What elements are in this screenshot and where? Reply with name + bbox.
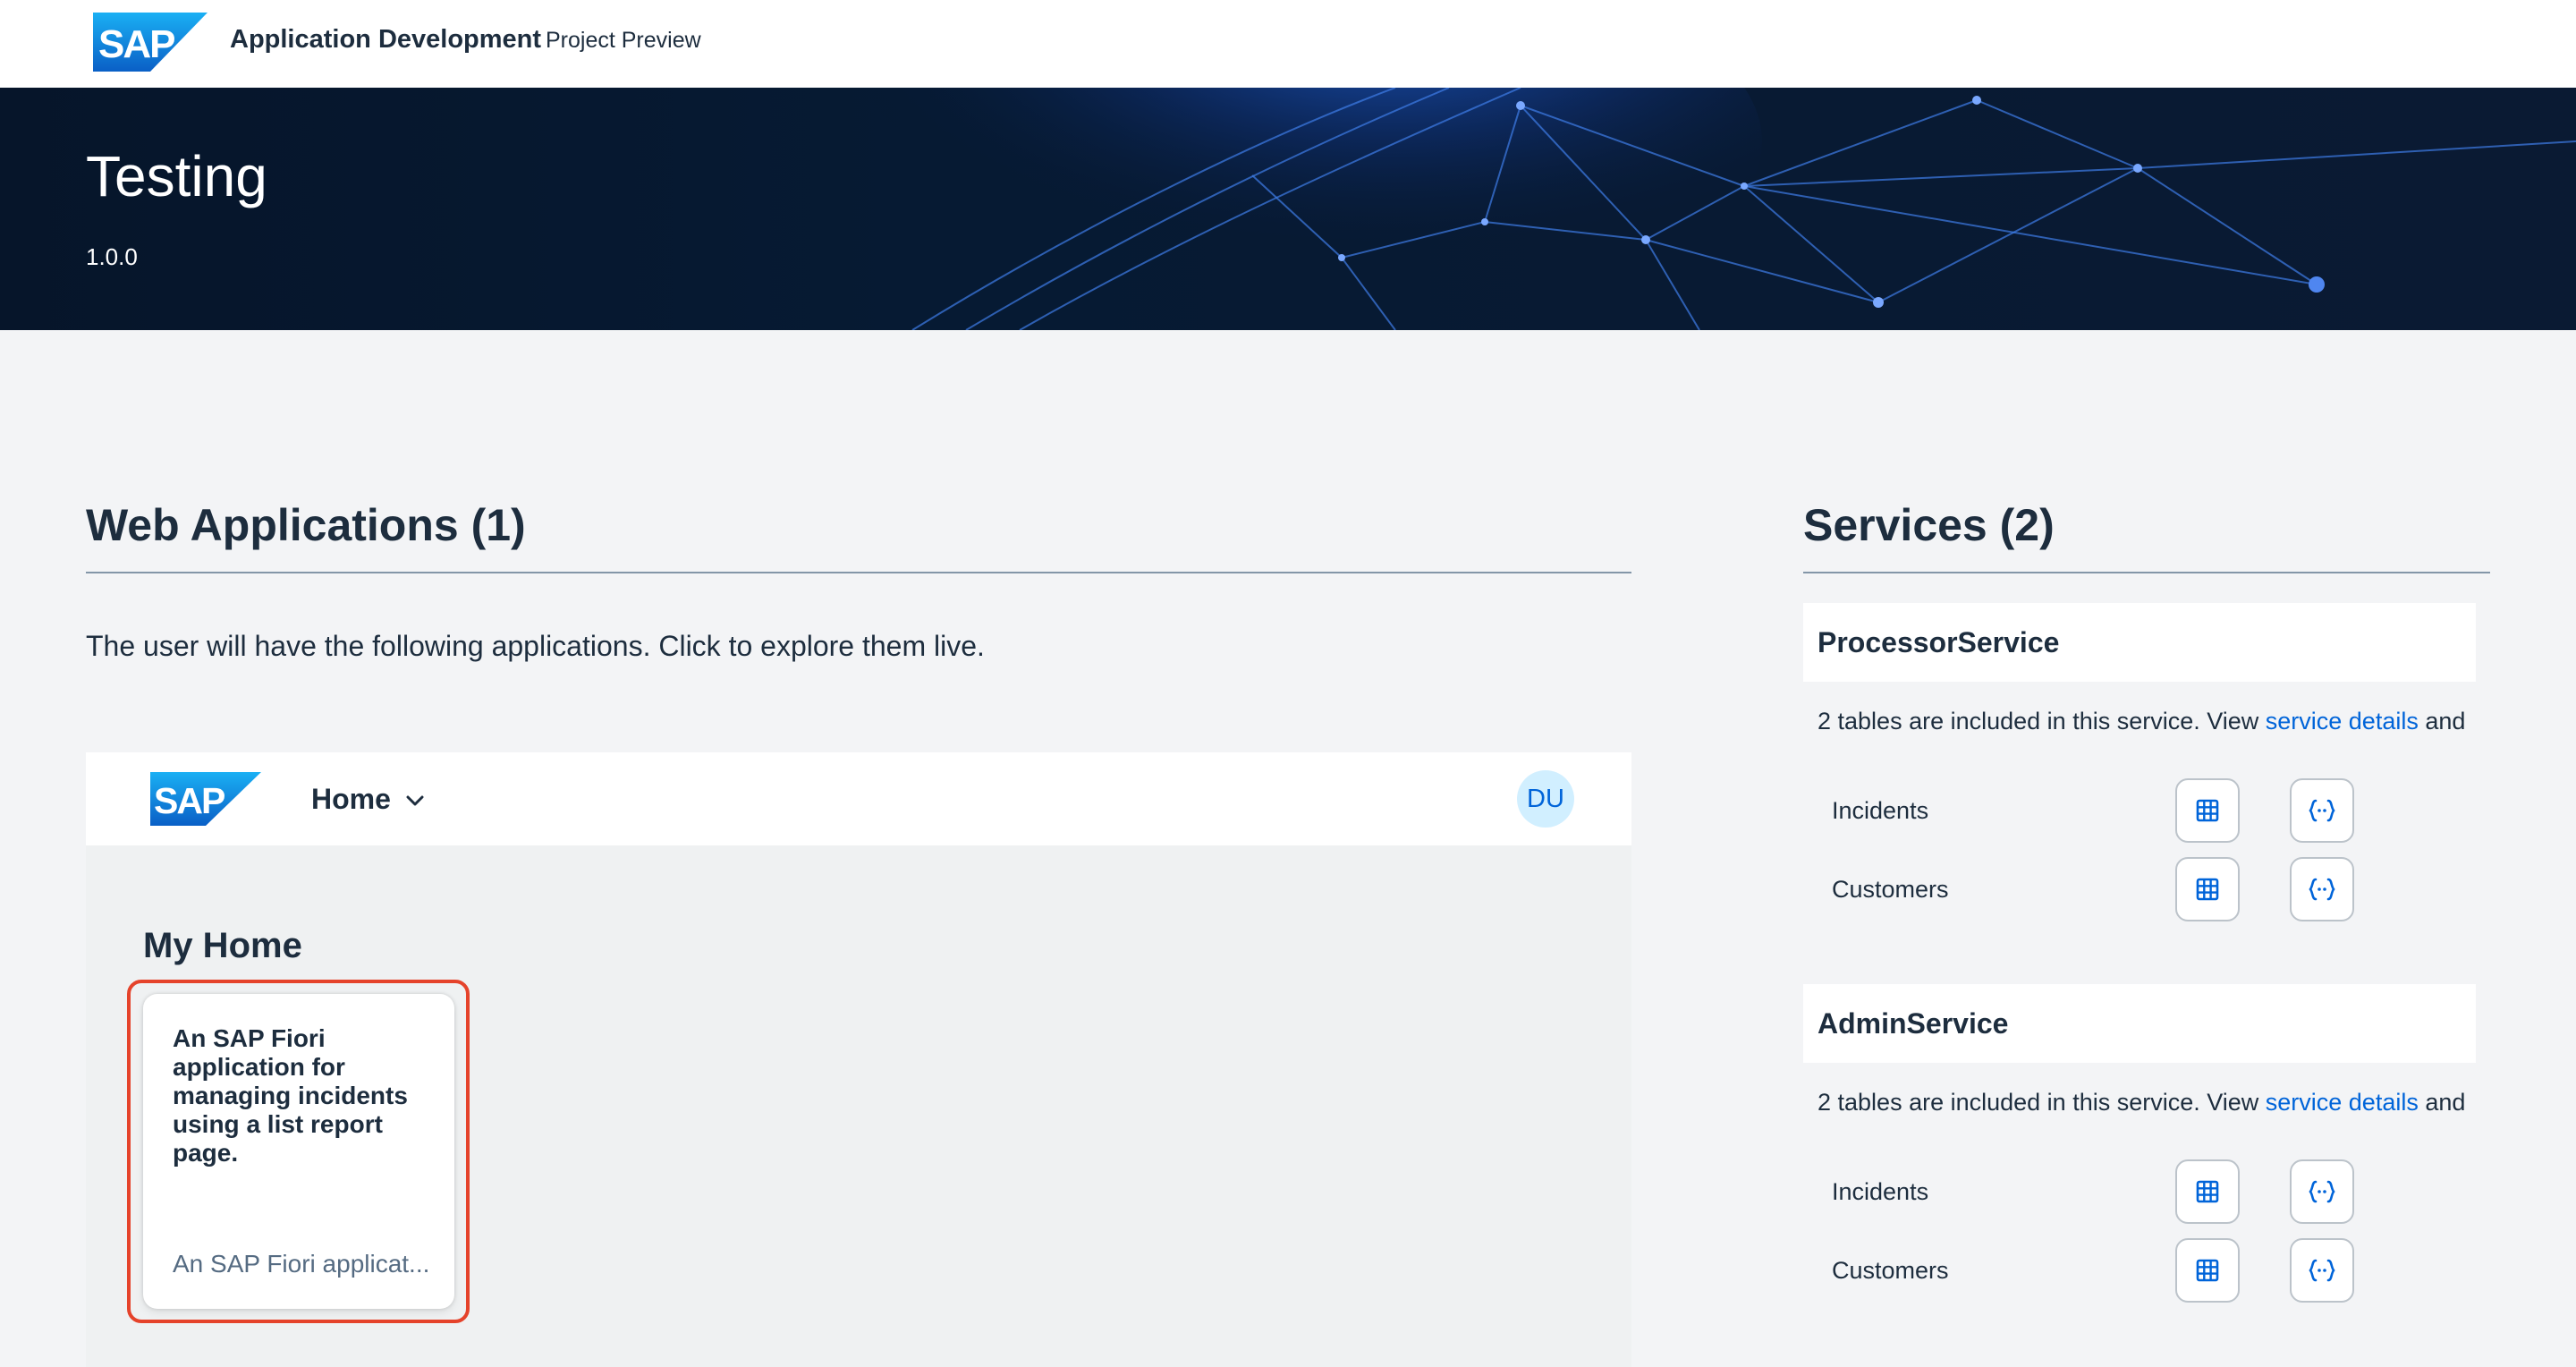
code-braces-icon: [2309, 1180, 2335, 1203]
web-applications-heading: Web Applications (1): [86, 500, 526, 550]
view-table-button[interactable]: [2175, 778, 2240, 843]
view-table-button[interactable]: [2175, 1159, 2240, 1224]
hero-banner: Testing 1.0.0: [0, 88, 2576, 330]
service-name: AdminService: [1818, 1007, 2009, 1040]
table-name-incidents: Incidents: [1832, 1178, 1929, 1205]
view-metadata-button[interactable]: [2290, 1238, 2354, 1303]
service-description: 2 tables are included in this service. V…: [1818, 708, 2476, 735]
service-name: ProcessorService: [1818, 626, 2060, 658]
view-table-button[interactable]: [2175, 1238, 2240, 1303]
sap-logo-text: SAP: [98, 22, 174, 66]
view-metadata-button[interactable]: [2290, 857, 2354, 921]
tile-subtitle: An SAP Fiori applicat...: [173, 1250, 430, 1278]
service-description-suffix: and: [2418, 1089, 2466, 1116]
top-bar: SAP Application Development Project Prev…: [0, 0, 2576, 88]
services-divider: [1803, 572, 2490, 573]
project-version: 1.0.0: [86, 243, 138, 270]
service-details-link[interactable]: service details: [2266, 708, 2419, 734]
service-card-header: ProcessorService: [1803, 603, 2476, 682]
my-home-heading: My Home: [143, 926, 302, 965]
network-background-graphic: [0, 88, 2576, 330]
table-icon: [2196, 799, 2219, 822]
table-icon: [2196, 1259, 2219, 1282]
table-icon: [2196, 1180, 2219, 1203]
web-applications-divider: [86, 572, 1631, 573]
project-title: Testing: [86, 144, 267, 208]
services-heading: Services (2): [1803, 500, 2055, 550]
view-metadata-button[interactable]: [2290, 1159, 2354, 1224]
view-table-button[interactable]: [2175, 857, 2240, 921]
tile-title: An SAP Fiori application for managing in…: [173, 1024, 408, 1167]
service-description: 2 tables are included in this service. V…: [1818, 1089, 2476, 1117]
table-name-incidents: Incidents: [1832, 797, 1929, 824]
app-tile-incidents[interactable]: An SAP Fiori application for managing in…: [143, 994, 454, 1309]
app-title: Application Development: [230, 25, 542, 54]
view-metadata-button[interactable]: [2290, 778, 2354, 843]
service-description-text: 2 tables are included in this service. V…: [1818, 708, 2266, 734]
home-menu-label[interactable]: Home: [311, 783, 391, 816]
code-braces-icon: [2309, 799, 2335, 822]
table-name-customers: Customers: [1832, 876, 1949, 903]
service-description-text: 2 tables are included in this service. V…: [1818, 1089, 2266, 1116]
code-braces-icon: [2309, 878, 2335, 901]
service-details-link[interactable]: service details: [2266, 1089, 2419, 1116]
web-applications-intro: The user will have the following applica…: [86, 630, 985, 662]
user-avatar[interactable]: DU: [1517, 770, 1574, 828]
code-braces-icon: [2309, 1259, 2335, 1282]
launchpad-shell-bar: SAP Home DU: [86, 752, 1631, 845]
launchpad-preview: SAP Home DU My Home An SAP Fiori applica…: [86, 752, 1631, 1367]
table-name-customers: Customers: [1832, 1257, 1949, 1284]
sap-logo: SAP: [93, 13, 208, 72]
service-card-header: AdminService: [1803, 984, 2476, 1063]
service-description-suffix: and: [2418, 708, 2466, 734]
app-subtitle: Project Preview: [546, 28, 701, 53]
table-icon: [2196, 878, 2219, 901]
launchpad-sap-logo-text: SAP: [154, 780, 225, 821]
launchpad-sap-logo[interactable]: SAP: [150, 772, 261, 826]
chevron-down-icon[interactable]: [402, 788, 428, 813]
